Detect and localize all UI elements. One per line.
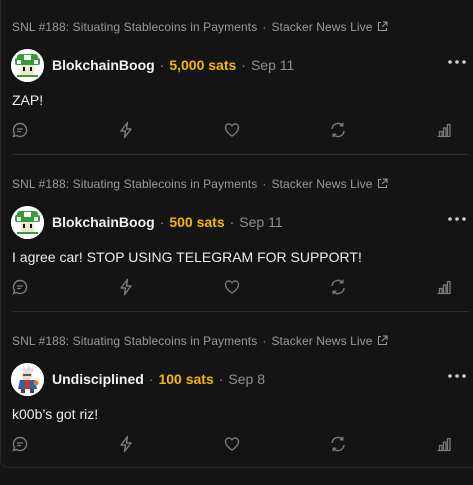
separator: · [241,57,246,73]
separator: · [218,371,224,387]
like-icon[interactable] [223,435,241,453]
separator: · [262,20,267,34]
post-meta: BlokchainBoog · 5,000 sats · Sep 11 [52,57,294,73]
divider [12,311,469,312]
avatar[interactable] [11,206,44,239]
more-options-icon[interactable] [447,214,467,226]
author-link[interactable]: BlokchainBoog [52,214,155,230]
post-body: k00b’s got riz! [12,406,99,422]
external-link-icon[interactable] [377,335,388,346]
context-title-link[interactable]: SNL #188: Situating Stablecoins in Payme… [12,334,257,348]
post-card: SNL #188: Situating Stablecoins in Payme… [1,157,473,314]
separator: · [148,371,154,387]
post-date[interactable]: Sep 11 [239,214,282,230]
post-actions [1,435,473,453]
repost-icon[interactable] [329,278,347,296]
reply-icon[interactable] [11,278,29,296]
context-source-link[interactable]: Stacker News Live [271,334,372,348]
author-link[interactable]: BlokchainBoog [52,57,155,73]
post-meta: Undisciplined · 100 sats · Sep 8 [52,371,265,387]
like-icon[interactable] [223,278,241,296]
post-meta: BlokchainBoog · 500 sats · Sep 11 [52,214,283,230]
stats-icon[interactable] [435,435,453,453]
feed-container: SNL #188: Situating Stablecoins in Payme… [0,0,473,468]
post-context: SNL #188: Situating Stablecoins in Payme… [12,334,388,348]
reply-icon[interactable] [11,435,29,453]
more-options-icon[interactable] [447,371,467,383]
repost-icon[interactable] [329,121,347,139]
divider [12,154,469,155]
post-card: SNL #188: Situating Stablecoins in Payme… [1,0,473,157]
separator: · [262,334,267,348]
separator: · [262,177,267,191]
sats-amount[interactable]: 100 sats [158,371,213,387]
like-icon[interactable] [223,121,241,139]
context-source-link[interactable]: Stacker News Live [271,20,372,34]
green-mushroom-avatar-icon [11,49,44,82]
post-actions [1,278,473,296]
stats-icon[interactable] [435,278,453,296]
zap-icon[interactable] [117,435,135,453]
separator: · [229,214,235,230]
repost-icon[interactable] [329,435,347,453]
post-context: SNL #188: Situating Stablecoins in Payme… [12,20,388,34]
post-body: ZAP! [12,92,44,108]
separator: · [159,57,165,73]
context-title-link[interactable]: SNL #188: Situating Stablecoins in Payme… [12,177,257,191]
more-options-icon[interactable] [447,57,467,69]
green-mushroom-avatar-icon [11,206,44,239]
post-date[interactable]: Sep 8 [228,371,265,387]
zap-icon[interactable] [117,278,135,296]
post-date[interactable]: Sep 11 [251,57,294,73]
cartoon-character-avatar-icon [11,363,44,396]
post-context: SNL #188: Situating Stablecoins in Payme… [12,177,388,191]
author-link[interactable]: Undisciplined [52,371,144,387]
external-link-icon[interactable] [377,21,388,32]
stats-icon[interactable] [435,121,453,139]
sats-amount[interactable]: 5,000 sats [169,57,236,73]
post-actions [1,121,473,139]
avatar[interactable] [11,363,44,396]
sats-amount[interactable]: 500 sats [169,214,224,230]
external-link-icon[interactable] [377,178,388,189]
context-title-link[interactable]: SNL #188: Situating Stablecoins in Payme… [12,20,257,34]
context-source-link[interactable]: Stacker News Live [271,177,372,191]
reply-icon[interactable] [11,121,29,139]
post-card: SNL #188: Situating Stablecoins in Payme… [1,314,473,471]
zap-icon[interactable] [117,121,135,139]
avatar[interactable] [11,49,44,82]
separator: · [159,214,165,230]
post-body: I agree car! STOP USING TELEGRAM FOR SUP… [12,249,362,265]
